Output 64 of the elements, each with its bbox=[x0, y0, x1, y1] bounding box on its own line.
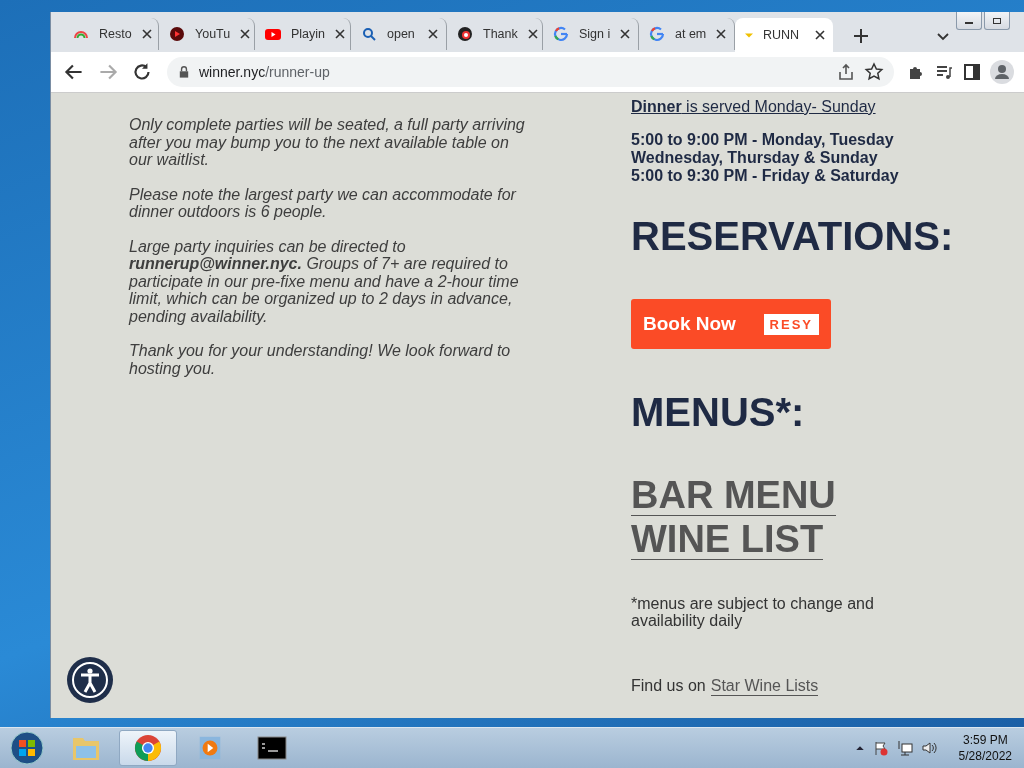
side-panel-icon[interactable] bbox=[962, 62, 982, 82]
find-us-text: Find us on bbox=[631, 677, 706, 696]
browser-tab[interactable]: YouTu bbox=[159, 18, 255, 50]
tab-title: YouTu bbox=[195, 27, 231, 41]
browser-tab[interactable]: Thank bbox=[447, 18, 543, 50]
resy-logo: RESY bbox=[763, 313, 819, 335]
menu-link[interactable]: BAR MENU bbox=[631, 475, 836, 516]
menu-note: *menus are subject to change and availability daily bbox=[631, 595, 875, 629]
tab-title: Sign i bbox=[579, 27, 611, 41]
paragraph: Please note the largest party we can accommodate for dinner outdoors is 6 people. bbox=[129, 185, 518, 221]
restore-icon bbox=[992, 16, 1002, 25]
close-icon[interactable] bbox=[716, 29, 727, 39]
browser-tab[interactable]: RUNN bbox=[735, 18, 833, 52]
tab-title: at em bbox=[675, 27, 707, 41]
clock-date: 5/28/2022 bbox=[958, 748, 1012, 764]
tab-title: Playin bbox=[291, 27, 326, 41]
browser-tab[interactable]: Resto bbox=[63, 18, 159, 50]
minimize-button[interactable] bbox=[956, 12, 982, 30]
cartoon-badge-icon bbox=[457, 26, 473, 42]
close-icon[interactable] bbox=[240, 29, 251, 39]
tab-title: open bbox=[387, 27, 416, 41]
browser-tab[interactable]: Sign i bbox=[543, 18, 639, 50]
terminal-icon bbox=[257, 734, 287, 762]
flag-icon[interactable] bbox=[872, 740, 889, 756]
close-icon[interactable] bbox=[527, 29, 538, 39]
address-bar[interactable]: winner.nyc/runner-up bbox=[167, 57, 894, 87]
tab-title: Resto bbox=[99, 27, 132, 41]
browser-tab[interactable]: Playin bbox=[255, 18, 351, 50]
star-icon[interactable] bbox=[864, 62, 884, 82]
lock-icon bbox=[177, 65, 191, 79]
menu-link[interactable]: WINE LIST bbox=[631, 519, 824, 560]
record-disc-icon bbox=[169, 26, 185, 42]
paragraph: Thank you for your understanding! We look forward to hosting you. bbox=[129, 342, 512, 377]
play-button-icon bbox=[265, 26, 281, 42]
close-icon[interactable] bbox=[428, 29, 438, 39]
favicon-icon bbox=[745, 32, 753, 38]
clock-time: 3:59 PM bbox=[962, 732, 1008, 748]
hours-line: 5:00 to 9:00 PM - Monday, Tuesday bbox=[631, 131, 895, 149]
share-icon[interactable] bbox=[836, 62, 856, 82]
url-text: winner.nyc/runner-up bbox=[199, 64, 330, 80]
close-icon[interactable] bbox=[141, 29, 152, 39]
star-wine-lists-link[interactable]: Star Wine Lists bbox=[710, 677, 819, 696]
google-g-icon bbox=[649, 26, 665, 42]
hours-line: Wednesday, Thursday & Sunday bbox=[631, 149, 879, 167]
hours-line: 5:00 to 9:30 PM - Friday & Saturday bbox=[631, 167, 900, 185]
chrome-logo-icon bbox=[133, 734, 163, 762]
search-icon bbox=[361, 26, 377, 42]
paragraph: Only complete parties will be seated, a full party arriving after you may bump you to the next available table on our waitlist. bbox=[129, 116, 526, 169]
paragraph: Large party inquiries can be directed to runnerup@winner.nyc. Groups of 7+ are required to participate in our pre-fixe menu and have a 2-hour time limit, which can be organized up to 2 days in advance, pending availability. bbox=[129, 237, 520, 325]
google-g-icon bbox=[553, 26, 569, 42]
menus-heading: MENUS*: bbox=[631, 389, 806, 435]
close-icon[interactable] bbox=[620, 29, 631, 39]
network-icon[interactable] bbox=[896, 740, 913, 756]
accessibility-button[interactable] bbox=[67, 657, 113, 703]
profile-avatar-icon[interactable] bbox=[990, 60, 1014, 84]
tab-title: RUNN bbox=[763, 28, 801, 42]
close-icon[interactable] bbox=[815, 30, 825, 40]
restore-button[interactable] bbox=[984, 12, 1010, 30]
reservations-heading: RESERVATIONS: bbox=[631, 213, 955, 259]
speaker-icon[interactable] bbox=[920, 740, 937, 756]
browser-tab[interactable]: open bbox=[351, 18, 447, 50]
dinner-schedule-text: Dinner is served Monday- Sunday bbox=[631, 98, 877, 116]
tab-title: Thank bbox=[483, 27, 518, 41]
close-icon[interactable] bbox=[335, 29, 346, 39]
